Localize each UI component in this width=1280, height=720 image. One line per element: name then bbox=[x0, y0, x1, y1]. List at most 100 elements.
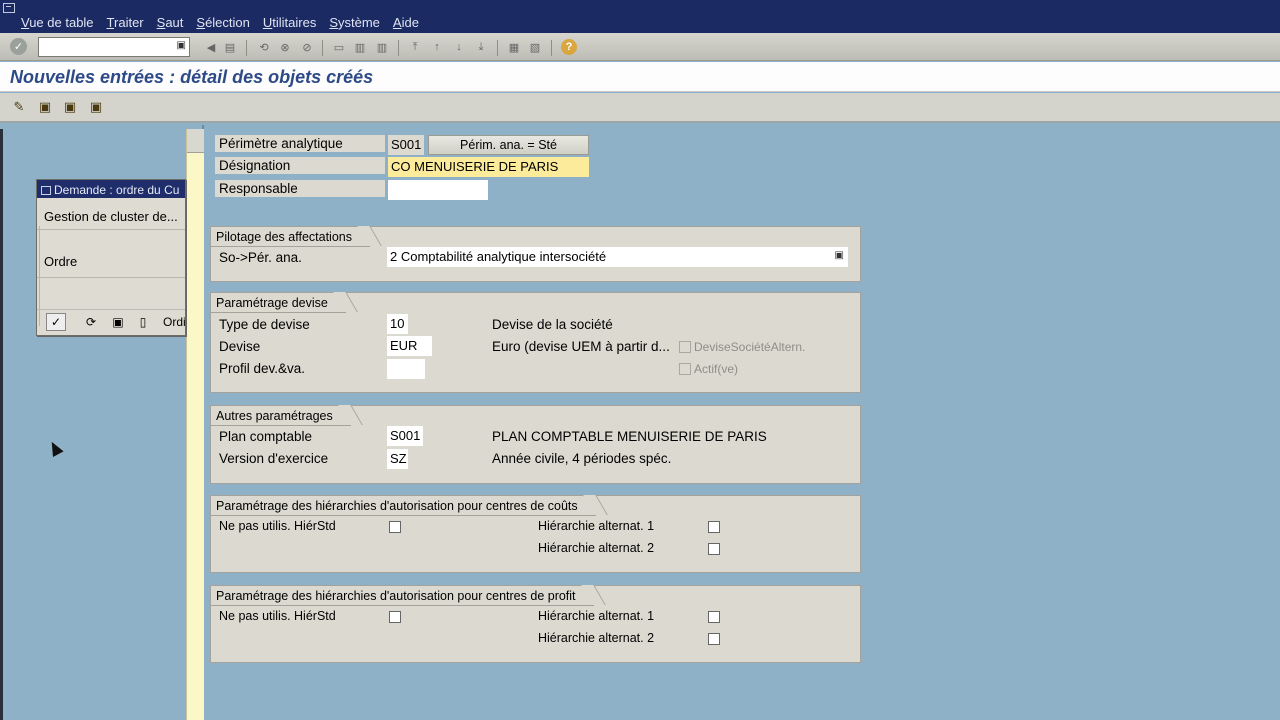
first-page-icon[interactable]: ⤒ bbox=[407, 39, 423, 55]
hier-alt2-label: Hiérarchie alternat. 2 bbox=[538, 631, 655, 645]
toolbar-separator bbox=[246, 40, 247, 56]
toolbar-separator bbox=[398, 40, 399, 56]
type-devise-desc: Devise de la société bbox=[492, 317, 613, 332]
menu-utilitaires[interactable]: Utilitaires bbox=[263, 15, 316, 30]
cancel-icon[interactable]: ⊘ bbox=[299, 39, 315, 55]
divider bbox=[37, 277, 185, 278]
collapse-icon[interactable]: ▣ bbox=[107, 313, 129, 331]
menu-vue-de-table[interactable]: Vue de table bbox=[21, 15, 94, 30]
toolbar-separator bbox=[551, 40, 552, 56]
find-next-icon[interactable]: ▥ bbox=[374, 39, 390, 55]
dialog-button-row: ✓ ⟳ ▣ ▯ Ordi bbox=[37, 309, 185, 331]
plan-comptable-desc: PLAN COMPTABLE MENUISERIE DE PARIS bbox=[492, 429, 767, 444]
so-per-ana-field[interactable]: 2 Comptabilité analytique intersociété ▣ bbox=[387, 247, 848, 267]
perimetre-label: Périmètre analytique bbox=[215, 135, 385, 152]
main-content: Périmètre analytique S001 Périm. ana. = … bbox=[206, 125, 1280, 720]
new-session-icon[interactable]: ▦ bbox=[506, 39, 522, 55]
hier-alt1-checkbox[interactable] bbox=[708, 611, 720, 623]
expand-icon[interactable]: ⟳ bbox=[80, 313, 102, 331]
hier-std-checkbox[interactable] bbox=[389, 611, 401, 623]
divider bbox=[37, 229, 185, 230]
next-entry-icon[interactable]: ▣ bbox=[88, 99, 104, 115]
hier-alt2-label: Hiérarchie alternat. 2 bbox=[538, 541, 655, 555]
type-devise-label: Type de devise bbox=[219, 317, 310, 332]
title-bar: Nouvelles entrées : détail des objets cr… bbox=[0, 62, 1280, 92]
plan-comptable-field[interactable]: S001 bbox=[387, 426, 423, 446]
menu-aide[interactable]: Aide bbox=[393, 15, 419, 30]
dialog-structure-window: Demande : ordre du Cu Gestion de cluster… bbox=[36, 179, 186, 336]
version-exercice-field[interactable]: SZ bbox=[387, 449, 408, 469]
responsable-field[interactable] bbox=[388, 180, 488, 200]
back-arrow-icon[interactable]: ◀ bbox=[203, 39, 219, 55]
dialog-title: Demande : ordre du Cu bbox=[54, 183, 180, 197]
nav-item-ordre[interactable]: Ordre bbox=[44, 254, 77, 269]
menu-traiter[interactable]: Traiter bbox=[107, 15, 144, 30]
application-toolbar: ✎ ▣ ▣ ▣ bbox=[0, 93, 1280, 123]
so-per-ana-value: 2 Comptabilité analytique intersociété bbox=[390, 249, 607, 264]
hier-alt1-checkbox[interactable] bbox=[708, 521, 720, 533]
display-change-icon[interactable]: ✎ bbox=[11, 99, 27, 115]
group-title: Paramétrage des hiérarchies d'autorisati… bbox=[210, 585, 594, 606]
perimetre-button[interactable]: Périm. ana. = Sté bbox=[428, 135, 589, 155]
page-title: Nouvelles entrées : détail des objets cr… bbox=[10, 67, 374, 87]
responsable-label: Responsable bbox=[215, 180, 385, 197]
window-menu-icon[interactable] bbox=[3, 3, 15, 13]
dropdown-icon[interactable]: ▣ bbox=[835, 250, 844, 261]
group-autres: Autres paramétrages Plan comptable S001 … bbox=[210, 405, 861, 484]
new-icon[interactable]: ▯ bbox=[132, 313, 154, 331]
group-hier-profit: Paramétrage des hiérarchies d'autorisati… bbox=[210, 585, 861, 663]
profil-label: Profil dev.&va. bbox=[219, 361, 306, 376]
next-page-icon[interactable]: ↓ bbox=[451, 39, 467, 55]
navigation-scrollbar[interactable] bbox=[186, 129, 204, 720]
mouse-pointer-icon bbox=[46, 439, 64, 457]
nav-item-cluster[interactable]: Gestion de cluster de... bbox=[44, 209, 178, 224]
scrollbar-thumb[interactable] bbox=[187, 129, 204, 153]
type-devise-field[interactable]: 10 bbox=[387, 314, 408, 334]
group-title: Autres paramétrages bbox=[210, 405, 351, 426]
window-icon bbox=[41, 185, 51, 195]
devise-societe-altern-checkbox bbox=[679, 341, 691, 353]
hier-std-label: Ne pas utilis. HiérStd bbox=[219, 519, 336, 533]
navigation-pane: Demande : ordre du Cu Gestion de cluster… bbox=[0, 125, 204, 720]
help-icon[interactable]: ? bbox=[561, 39, 577, 55]
last-page-icon[interactable]: ⤓ bbox=[473, 39, 489, 55]
pane-border bbox=[0, 129, 3, 720]
actif-checkbox bbox=[679, 363, 691, 375]
devise-field[interactable]: EUR bbox=[387, 336, 432, 356]
group-title: Pilotage des affectations bbox=[210, 226, 370, 247]
hier-std-checkbox[interactable] bbox=[389, 521, 401, 533]
exit-icon[interactable]: ⊗ bbox=[277, 39, 293, 55]
previous-page-icon[interactable]: ↑ bbox=[429, 39, 445, 55]
group-title: Paramétrage des hiérarchies d'autorisati… bbox=[210, 495, 596, 516]
group-pilotage: Pilotage des affectations So->Pér. ana. … bbox=[210, 226, 861, 282]
profil-field[interactable] bbox=[387, 359, 425, 379]
toolbar-separator bbox=[322, 40, 323, 56]
delete-icon[interactable]: ▣ bbox=[37, 99, 53, 115]
devise-societe-altern-label: DeviseSociétéAltern. bbox=[694, 340, 806, 354]
find-icon[interactable]: ▥ bbox=[352, 39, 368, 55]
ordre-button[interactable]: Ordi bbox=[159, 313, 185, 331]
enter-icon[interactable]: ✓ bbox=[10, 38, 27, 55]
hier-alt2-checkbox[interactable] bbox=[708, 633, 720, 645]
shortcut-icon[interactable]: ▧ bbox=[527, 39, 543, 55]
previous-entry-icon[interactable]: ▣ bbox=[62, 99, 78, 115]
save-icon[interactable]: ▤ bbox=[222, 39, 238, 55]
standard-toolbar bbox=[0, 33, 1280, 61]
actif-label: Actif(ve) bbox=[694, 362, 739, 376]
dialog-title-bar: Demande : ordre du Cu bbox=[37, 180, 185, 198]
command-field[interactable]: ▣ bbox=[38, 37, 190, 57]
perimetre-field: S001 bbox=[388, 135, 424, 155]
hier-alt2-checkbox[interactable] bbox=[708, 543, 720, 555]
hier-std-label: Ne pas utilis. HiérStd bbox=[219, 609, 336, 623]
version-exercice-label: Version d'exercice bbox=[219, 451, 329, 466]
plan-comptable-label: Plan comptable bbox=[219, 429, 313, 444]
designation-field[interactable]: CO MENUISERIE DE PARIS bbox=[388, 157, 589, 177]
choose-icon[interactable]: ✓ bbox=[46, 313, 66, 331]
command-history-icon[interactable]: ▣ bbox=[177, 40, 186, 51]
hier-alt1-label: Hiérarchie alternat. 1 bbox=[538, 519, 655, 533]
menu-saut[interactable]: Saut bbox=[157, 15, 184, 30]
print-icon[interactable]: ▭ bbox=[331, 39, 347, 55]
menu-systeme[interactable]: Système bbox=[329, 15, 380, 30]
back-icon[interactable]: ⟲ bbox=[256, 39, 272, 55]
menu-selection[interactable]: Sélection bbox=[196, 15, 249, 30]
